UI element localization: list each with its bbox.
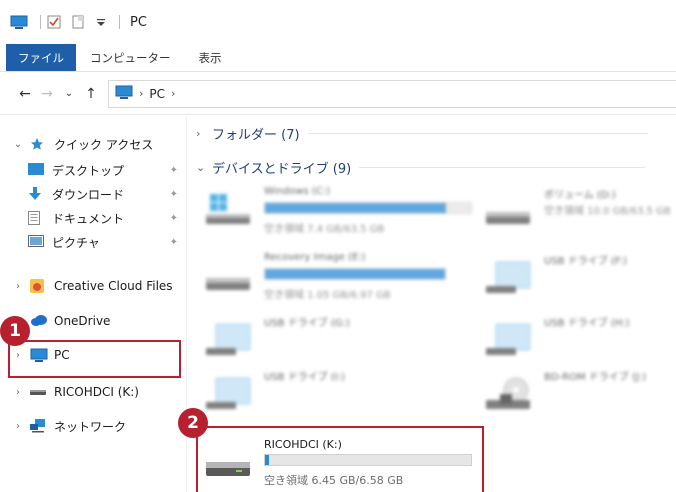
pin-icon[interactable]: ✦	[170, 165, 178, 176]
highlight-box-ricoh	[196, 426, 484, 492]
pin-icon[interactable]: ✦	[170, 237, 178, 248]
breadcrumb-pc[interactable]: PC	[149, 87, 165, 101]
usb-drive-icon	[486, 322, 532, 355]
nav-downloads[interactable]: ダウンロード ✦	[0, 182, 186, 206]
hdd-icon	[486, 194, 532, 224]
drive-free-space: 空き領域 7.4 GB/63.5 GB	[264, 224, 385, 235]
group-rule	[307, 133, 648, 134]
step-badge-2: 2	[178, 408, 208, 438]
drive-name: USB ドライブ (G:)	[264, 318, 350, 329]
separator	[40, 15, 41, 29]
nav-label: デスクトップ	[52, 163, 125, 178]
collapse-chevron-icon[interactable]: ⌄	[10, 139, 26, 150]
drive-tile[interactable]: Windows (C:) 空き領域 7.4 GB/63.5 GB	[206, 180, 472, 244]
up-arrow-icon[interactable]: ↑	[80, 86, 102, 102]
navigation-pane: ⌄ クイック アクセス デスクトップ ✦ ダウンロード ✦ ドキュメント ✦ ピ…	[0, 116, 186, 492]
hdd-icon	[206, 260, 252, 290]
drive-usage-bar	[264, 268, 446, 280]
drive-tile[interactable]: ボリューム (D:) 空き領域 10.0 GB/63.5 GB	[486, 180, 676, 244]
address-bar-row: ← → ⌄ ↑ › PC ›	[0, 73, 676, 115]
nav-label: Creative Cloud Files	[54, 279, 173, 293]
window-title: PC	[130, 14, 147, 30]
bd-rom-icon	[486, 376, 532, 409]
group-folders[interactable]: › フォルダー (7)	[196, 124, 648, 143]
nav-label: RICOHDCI (K:)	[54, 385, 139, 399]
drive-name: ボリューム (D:)	[544, 190, 616, 201]
nav-label: ダウンロード	[52, 187, 125, 202]
nav-ricoh-drive[interactable]: › RICOHDCI (K:)	[0, 380, 186, 404]
usb-drive-icon	[206, 376, 252, 409]
network-icon	[30, 419, 48, 433]
drive-icon	[30, 385, 48, 399]
expand-chevron-icon[interactable]: ›	[196, 127, 210, 140]
back-arrow-icon[interactable]: ←	[14, 86, 36, 102]
usb-drive-icon	[206, 322, 252, 355]
drive-name: BD-ROM ドライブ (J:)	[544, 372, 647, 383]
breadcrumb-chevron-icon[interactable]: ›	[171, 87, 175, 100]
drive-free-space: 空き領域 1.05 GB/6.97 GB	[264, 290, 391, 301]
group-label: デバイスとドライブ (9)	[212, 162, 352, 177]
group-rule	[359, 167, 646, 168]
ribbon-tabs: ファイル コンピューター 表示	[0, 44, 676, 72]
nav-label: ドキュメント	[52, 211, 125, 226]
drive-tile[interactable]: BD-ROM ドライブ (J:)	[486, 362, 676, 426]
drive-name: Windows (C:)	[264, 186, 330, 197]
highlight-box-pc	[8, 340, 181, 378]
nav-label: クイック アクセス	[54, 137, 154, 152]
drive-tile[interactable]: Recovery Image (E:) 空き領域 1.05 GB/6.97 GB	[206, 246, 446, 310]
expand-chevron-icon[interactable]: ›	[10, 421, 26, 432]
tab-file[interactable]: ファイル	[6, 44, 76, 71]
expand-chevron-icon[interactable]: ›	[10, 281, 26, 292]
tab-computer[interactable]: コンピューター	[76, 44, 185, 71]
nav-desktop[interactable]: デスクトップ ✦	[0, 158, 186, 182]
nav-pictures[interactable]: ピクチャ ✦	[0, 230, 186, 254]
drive-tile[interactable]: USB ドライブ (I:)	[206, 362, 446, 426]
drive-name: USB ドライブ (I:)	[264, 372, 346, 383]
properties-icon[interactable]	[47, 15, 65, 29]
download-arrow-icon	[28, 187, 46, 201]
nav-documents[interactable]: ドキュメント ✦	[0, 206, 186, 230]
recent-locations-chevron-icon[interactable]: ⌄	[58, 88, 80, 99]
drive-name: Recovery Image (E:)	[264, 252, 366, 263]
new-folder-icon[interactable]	[71, 15, 89, 29]
cloud-icon	[30, 314, 48, 328]
desktop-icon	[28, 163, 46, 177]
address-field[interactable]: › PC ›	[108, 79, 676, 108]
drive-tile[interactable]: USB ドライブ (F:)	[486, 246, 676, 310]
expand-chevron-icon[interactable]: ›	[10, 387, 26, 398]
nav-label: ピクチャ	[52, 235, 100, 250]
windows-drive-icon	[206, 194, 252, 224]
usb-drive-icon	[486, 260, 532, 293]
nav-label: ネットワーク	[54, 419, 127, 434]
pin-icon[interactable]: ✦	[170, 189, 178, 200]
pictures-icon	[28, 235, 46, 249]
breadcrumb-chevron-icon[interactable]: ›	[139, 87, 143, 100]
step-badge-1: 1	[0, 316, 30, 346]
creative-cloud-icon	[30, 279, 48, 293]
tab-view[interactable]: 表示	[185, 44, 236, 71]
pin-icon[interactable]: ✦	[170, 213, 178, 224]
drive-name: USB ドライブ (H:)	[544, 318, 630, 329]
separator	[119, 15, 120, 29]
document-icon	[28, 211, 46, 225]
pc-icon	[10, 15, 28, 29]
nav-creative-cloud[interactable]: › Creative Cloud Files	[0, 274, 186, 298]
star-icon	[30, 137, 48, 151]
forward-arrow-icon[interactable]: →	[36, 86, 58, 102]
drive-free-space: 空き領域 10.0 GB/63.5 GB	[544, 206, 671, 217]
group-devices[interactable]: ⌄ デバイスとドライブ (9)	[196, 158, 646, 177]
nav-network[interactable]: › ネットワーク	[0, 414, 186, 438]
collapse-chevron-icon[interactable]: ⌄	[196, 161, 210, 174]
explorer-window: PC ファイル コンピューター 表示 ← → ⌄ ↑ › PC › ⌄ クイック…	[0, 0, 676, 492]
pc-icon	[115, 85, 133, 102]
title-bar: PC	[0, 0, 676, 44]
group-label: フォルダー (7)	[212, 128, 300, 143]
drive-name: USB ドライブ (F:)	[544, 256, 628, 267]
nav-label: OneDrive	[54, 314, 111, 328]
drive-usage-bar	[264, 202, 472, 214]
customize-toolbar-icon[interactable]	[95, 15, 107, 29]
nav-quick-access[interactable]: ⌄ クイック アクセス	[0, 132, 186, 156]
